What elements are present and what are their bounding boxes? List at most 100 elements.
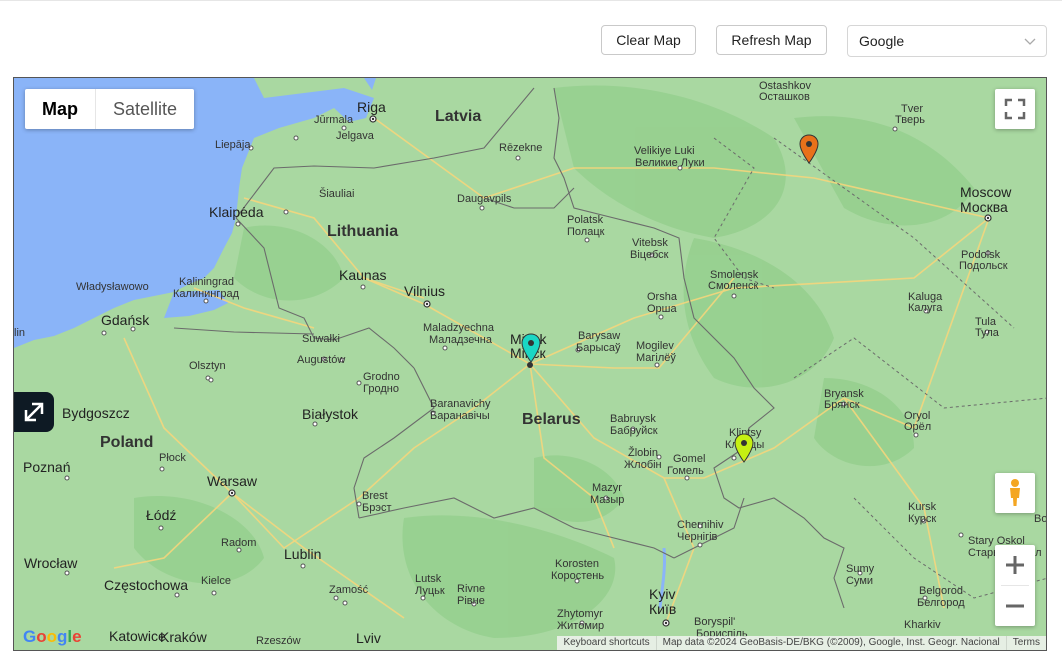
city-label-moscow-ru: Москва (960, 199, 1008, 215)
city-label-polatsk: Polatsk (567, 214, 604, 226)
city-label-kyiv-ru: Київ (649, 601, 677, 617)
city-label-velikie-luki-ru: Великие Луки (635, 157, 705, 169)
fullscreen-icon (1004, 98, 1026, 120)
marker-orange[interactable] (798, 134, 820, 164)
map-type-satellite-button[interactable]: Satellite (96, 89, 194, 129)
city-label-rzeszow: Rzeszów (256, 635, 301, 647)
city-label-siauliai: Šiauliai (319, 188, 355, 200)
city-label-radom: Radom (221, 537, 257, 549)
city-label-wladyslawowo: Władysławowo (76, 281, 149, 293)
city-label-gomel: Gomel (673, 453, 706, 465)
city-label-ostashkov-ru: Осташков (759, 91, 810, 103)
street-view-pegman-button[interactable] (995, 473, 1035, 513)
city-label-kielce: Kielce (201, 575, 231, 587)
city-label-liepaja: Liepāja (215, 139, 251, 151)
zoom-control (995, 545, 1035, 626)
map-attribution: Map data ©2024 GeoBasis-DE/BKG (©2009), … (655, 636, 1006, 650)
fullscreen-button[interactable] (995, 89, 1035, 129)
city-label-babruysk-ru: Бабруйск (610, 425, 658, 437)
zoom-in-icon[interactable] (995, 545, 1035, 585)
zoom-out-icon[interactable] (995, 586, 1035, 626)
city-label-barysaw-ru: Барысаў (576, 342, 621, 354)
map-canvas[interactable]: Latvia Lithuania Belarus Poland Riga Jūr… (13, 77, 1047, 651)
city-label-boryspil: Boryspil' (694, 616, 736, 628)
city-label-bialystok: Białystok (302, 406, 359, 422)
city-label-gomel-ru: Гомель (667, 465, 704, 477)
city-label-daugavpils: Daugavpils (457, 193, 512, 205)
country-label-poland: Poland (100, 434, 154, 451)
city-label-jurmala: Jūrmala (314, 114, 354, 126)
city-label-tula-ru: Тула (975, 327, 999, 339)
city-label-orsha-ru: Орша (647, 303, 677, 315)
city-label-mogilev: Mogilev (636, 340, 674, 352)
clear-map-button[interactable]: Clear Map (601, 25, 696, 55)
terms-link[interactable]: Terms (1005, 636, 1046, 650)
country-label-lithuania: Lithuania (327, 223, 399, 240)
map-provider-select[interactable]: Google (847, 25, 1047, 57)
city-label-kyiv: Kyiv (649, 586, 676, 602)
city-label-mazyr: Mazyr (592, 482, 622, 494)
city-label-lublin: Lublin (284, 546, 322, 562)
city-label-wroclaw: Wrocław (24, 555, 78, 571)
city-label-grodno-ru: Гродно (363, 383, 399, 395)
city-label-czestochowa: Częstochowa (104, 577, 189, 593)
city-label-plock: Płock (159, 452, 186, 464)
city-label-brest-ru: Брэст (362, 502, 392, 514)
city-label-podolsk-ru: Подольск (959, 260, 1008, 272)
city-label-babruysk: Babruysk (610, 413, 656, 425)
city-label-katowice: Katowice (109, 628, 166, 644)
city-label-chernihiv: Chernihiv (677, 519, 724, 531)
city-label-rezekne: Rēzekne (499, 142, 543, 154)
city-label-lviv: Lviv (356, 630, 381, 646)
city-label-lutsk-ru: Луцьк (415, 585, 445, 597)
city-label-vitebsk: Vitebsk (632, 237, 668, 249)
city-label-zlobin-ru: Жлобін (624, 459, 662, 471)
pegman-icon (1010, 479, 1020, 506)
marker-teal[interactable] (520, 333, 542, 363)
keyboard-shortcuts-link[interactable]: Keyboard shortcuts (557, 636, 655, 650)
city-label-warsaw: Warsaw (207, 473, 258, 489)
city-label-bryansk-ru: Брянск (824, 399, 860, 411)
map-provider-value: Google (859, 33, 905, 49)
city-label-zhytomyr: Zhytomyr (557, 608, 603, 620)
top-divider (0, 0, 1062, 1)
city-label-maladzyechna: Maladzyechna (423, 322, 494, 334)
city-label-rivne-ru: Рівне (457, 595, 485, 607)
city-label-smolensk-ru: Смоленск (708, 280, 759, 292)
city-label-moscow: Moscow (960, 184, 1012, 200)
city-label-gdansk: Gdańsk (101, 312, 150, 328)
city-label-vitebsk-ru: Віцебск (630, 249, 669, 261)
edge-label-lin: lin (14, 327, 26, 339)
city-label-korosten: Korosten (555, 558, 600, 570)
city-label-sumy-ru: Суми (846, 575, 874, 587)
refresh-map-button[interactable]: Refresh Map (716, 25, 827, 55)
city-label-klaipeda: Klaipėda (209, 204, 264, 220)
map-footer: Keyboard shortcuts Map data ©2024 GeoBas… (557, 636, 1046, 650)
city-label-zhytomyr-ru: Житомир (557, 620, 605, 632)
city-label-mogilev-ru: Магілёў (636, 352, 676, 364)
city-label-brest: Brest (362, 490, 388, 502)
city-label-kaunas: Kaunas (339, 267, 387, 283)
city-label-barysaw: Barysaw (578, 330, 621, 342)
city-label-kaliningrad-ru: Калининград (173, 288, 240, 300)
city-label-olsztyn: Olsztyn (189, 360, 226, 372)
map-type-map-button[interactable]: Map (25, 89, 96, 129)
city-label-suwalki: Suwałki (302, 333, 340, 345)
city-label-vilnius: Vilnius (404, 283, 445, 299)
city-label-grodno: Grodno (363, 371, 400, 383)
city-label-orsha: Orsha (647, 291, 677, 303)
google-logo: Google (23, 627, 82, 646)
marker-yellow[interactable] (733, 433, 755, 463)
city-label-bydgoszcz: Bydgoszcz (62, 405, 130, 421)
expand-arrows-icon (24, 402, 44, 422)
map-type-control: Map Satellite (25, 89, 195, 129)
city-label-kursk: Kursk (908, 501, 937, 513)
city-label-sumy: Sumy (846, 563, 875, 575)
expand-panel-button[interactable] (14, 392, 54, 432)
city-label-kursk-ru: Курск (908, 513, 937, 525)
city-label-krakow: Kraków (160, 629, 207, 645)
city-label-kaluga-ru: Калуга (908, 302, 943, 314)
city-label-mazyr-ru: Мазыр (590, 494, 625, 506)
city-label-belgorod-ru: Белгород (917, 597, 965, 609)
city-label-lutsk: Lutsk (415, 573, 442, 585)
